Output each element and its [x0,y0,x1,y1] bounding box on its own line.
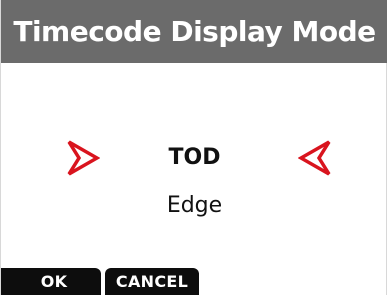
cancel-button[interactable]: CANCEL [105,268,199,295]
timecode-display-mode-screen: Timecode Display Mode TOD Edge OK CANCEL [0,0,387,295]
ok-button[interactable]: OK [7,268,101,295]
page-title: Timecode Display Mode [13,15,376,48]
scroll-left-arrow-icon[interactable] [298,139,332,177]
title-bar: Timecode Display Mode [1,0,387,63]
option-edge[interactable]: Edge [1,192,387,220]
